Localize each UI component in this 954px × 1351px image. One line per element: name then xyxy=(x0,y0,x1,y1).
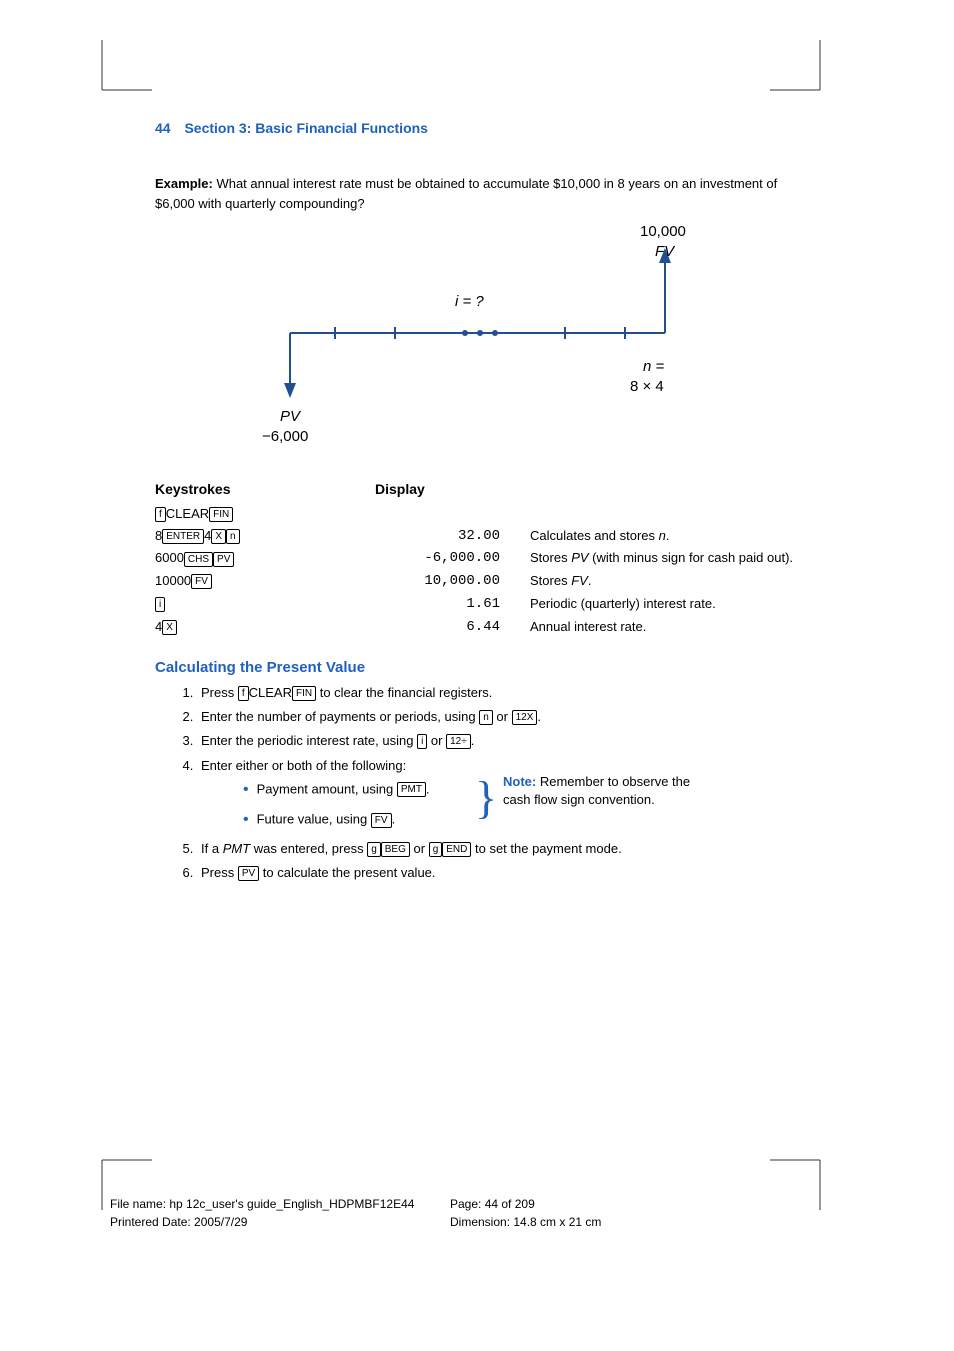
list-item: Enter the periodic interest rate, using … xyxy=(197,732,815,750)
key-fv: FV xyxy=(371,813,392,828)
key-i: i xyxy=(417,734,427,749)
key-pv: PV xyxy=(213,552,234,567)
key-g: g xyxy=(429,842,443,857)
diagram-fv-value: 10,000 xyxy=(640,223,686,240)
table-row: 8ENTER4Xn 32.00 Calculates and stores n. xyxy=(155,527,815,546)
diagram-n-value: 8 × 4 xyxy=(630,378,664,395)
page-header: 44 Section 3: Basic Financial Functions xyxy=(155,120,815,136)
bullet-icon: • xyxy=(243,811,249,828)
example-label: Example: xyxy=(155,176,213,191)
key-end: END xyxy=(442,842,471,857)
key-fin: FIN xyxy=(209,507,233,522)
key-pmt: PMT xyxy=(397,782,426,797)
key-beg: BEG xyxy=(381,842,410,857)
key-fin: FIN xyxy=(292,686,316,701)
cashflow-diagram: 10,000 FV i = ? n = 8 × 4 PV −6,000 xyxy=(165,223,785,473)
diagram-pv-label: PV xyxy=(280,408,300,425)
bullet-icon: • xyxy=(243,781,249,798)
key-12x: 12X xyxy=(512,710,538,725)
table-row: i 1.61 Periodic (quarterly) interest rat… xyxy=(155,595,815,614)
key-12div: 12÷ xyxy=(446,734,471,749)
header-keystrokes: Keystrokes xyxy=(155,481,375,497)
key-f: f xyxy=(155,507,166,522)
table-row: 6000CHSPV -6,000.00 Stores PV (with minu… xyxy=(155,549,815,568)
brace-icon: } xyxy=(475,777,497,818)
key-f: f xyxy=(238,686,249,701)
section-title: Section 3: Basic Financial Functions xyxy=(184,120,428,136)
key-n: n xyxy=(479,710,493,725)
list-item: Press fCLEARFIN to clear the financial r… xyxy=(197,684,815,702)
key-enter: ENTER xyxy=(162,529,204,544)
page-footer: File name: hp 12c_user's guide_English_H… xyxy=(110,1195,601,1231)
section-heading: Calculating the Present Value xyxy=(155,659,815,676)
diagram-fv-label: FV xyxy=(655,243,674,260)
key-i: i xyxy=(155,597,165,612)
key-x: X xyxy=(162,620,177,635)
footer-filename: File name: hp 12c_user's guide_English_H… xyxy=(110,1195,450,1213)
key-fv: FV xyxy=(191,574,212,589)
table-row: fCLEARFIN xyxy=(155,505,815,523)
list-item: If a PMT was entered, press gBEG or gEND… xyxy=(197,840,815,858)
key-n: n xyxy=(226,529,240,544)
diagram-pv-value: −6,000 xyxy=(262,428,308,445)
header-display: Display xyxy=(375,481,530,497)
footer-date: Printered Date: 2005/7/29 xyxy=(110,1213,450,1231)
example-paragraph: Example: What annual interest rate must … xyxy=(155,174,815,213)
steps-list: Press fCLEARFIN to clear the financial r… xyxy=(197,684,815,882)
diagram-n-label: n = xyxy=(643,358,664,375)
footer-page: Page: 44 of 209 xyxy=(450,1195,601,1213)
key-x: X xyxy=(211,529,226,544)
footer-dimension: Dimension: 14.8 cm x 21 cm xyxy=(450,1213,601,1231)
key-pv: PV xyxy=(238,866,259,881)
table-row: 4X 6.44 Annual interest rate. xyxy=(155,618,815,637)
example-text: What annual interest rate must be obtain… xyxy=(155,176,777,211)
list-item: Enter either or both of the following: •… xyxy=(197,757,815,832)
key-g: g xyxy=(367,842,381,857)
table-header: Keystrokes Display xyxy=(155,481,815,497)
key-chs: CHS xyxy=(184,552,213,567)
table-row: 10000FV 10,000.00 Stores FV. xyxy=(155,572,815,591)
bullet-item: •Future value, using FV. xyxy=(243,809,815,831)
note-box: Note: Remember to observe the cash flow … xyxy=(503,773,703,809)
diagram-i-label: i = ? xyxy=(455,293,484,310)
list-item: Enter the number of payments or periods,… xyxy=(197,708,815,726)
page-number: 44 xyxy=(155,120,171,136)
list-item: Press PV to calculate the present value. xyxy=(197,864,815,882)
